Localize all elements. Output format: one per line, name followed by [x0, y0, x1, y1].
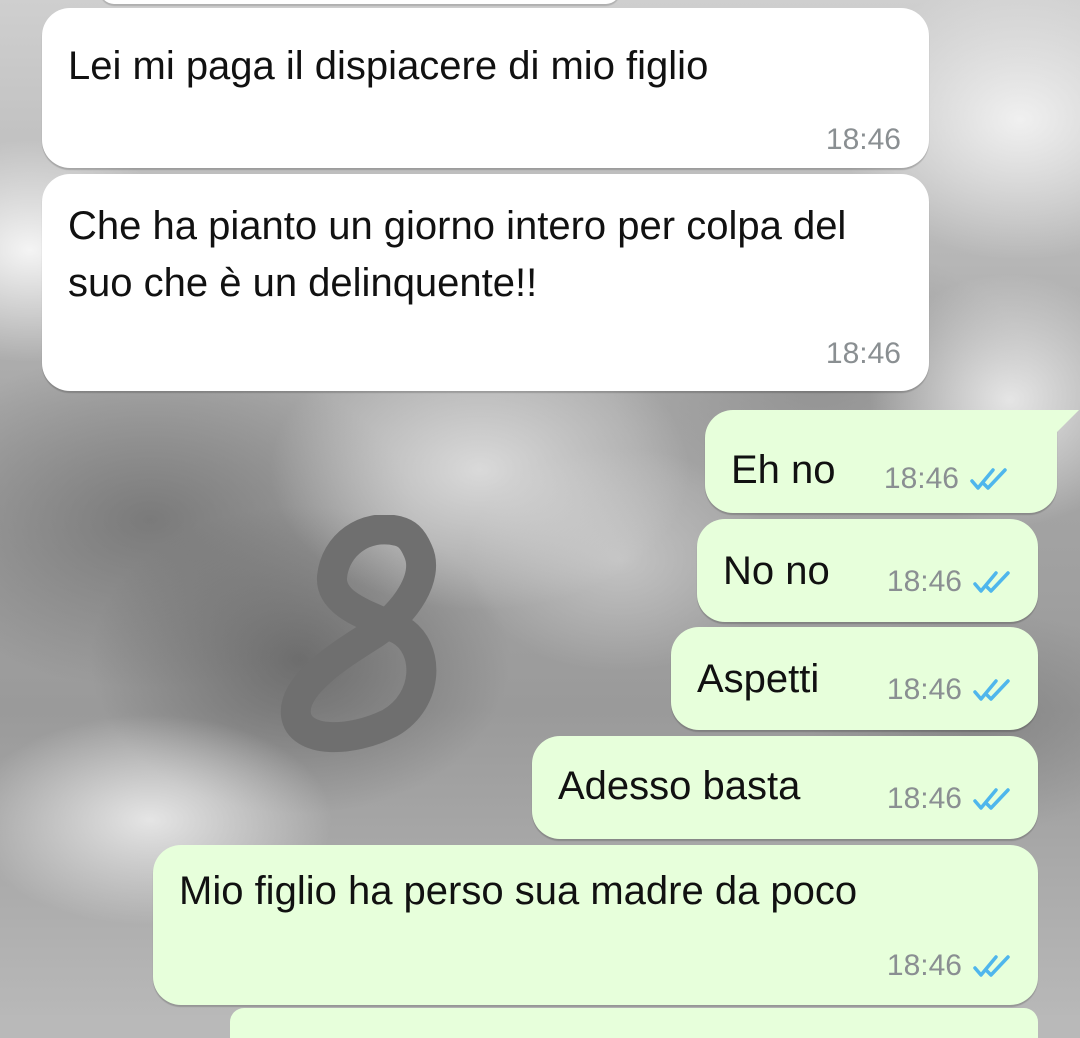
chat-message-list[interactable]: Lei mi paga il dispiacere di mio figlio … — [0, 0, 1080, 1038]
incoming-message-bubble[interactable]: Lei mi paga il dispiacere di mio figlio … — [42, 8, 929, 168]
outgoing-message-bubble[interactable]: Aspetti 18:46 — [671, 627, 1038, 730]
double-check-read-icon — [972, 677, 1012, 703]
previous-message-bubble-edge[interactable] — [100, 0, 620, 4]
message-meta: 18:46 — [887, 949, 1012, 983]
message-text: Lei mi paga il dispiacere di mio figlio — [68, 44, 709, 88]
outgoing-message-bubble[interactable]: No no 18:46 — [697, 519, 1038, 622]
message-text: Adesso basta — [558, 764, 801, 808]
message-text: Mio figlio ha perso sua madre da poco — [179, 869, 858, 913]
message-meta: 18:46 — [887, 673, 1012, 707]
double-check-read-icon — [972, 786, 1012, 812]
outgoing-message-bubble[interactable]: Adesso basta 18:46 — [532, 736, 1038, 839]
outgoing-message-bubble[interactable]: Mio figlio ha perso sua madre da poco 18… — [153, 845, 1038, 1005]
message-text: No no — [723, 549, 830, 593]
outgoing-message-bubble[interactable]: Eh no 18:46 — [705, 410, 1079, 513]
message-text: Che ha pianto un giorno intero per colpa… — [68, 204, 858, 305]
message-timestamp: 18:46 — [886, 565, 962, 598]
next-message-bubble-edge[interactable] — [230, 1008, 1038, 1038]
double-check-read-icon — [972, 953, 1012, 979]
message-text: Aspetti — [697, 657, 820, 701]
incoming-message-bubble[interactable]: Che ha pianto un giorno intero per colpa… — [42, 174, 929, 391]
double-check-read-icon — [972, 569, 1012, 595]
message-meta: 18:46 — [887, 782, 1012, 816]
message-meta: 18:46 — [887, 565, 1012, 599]
hand-drawn-8-scribble-icon — [280, 515, 437, 753]
message-timestamp: 18:46 — [825, 123, 901, 156]
message-meta: 18:46 — [884, 462, 1009, 496]
bubble-tail — [1055, 410, 1079, 434]
message-timestamp: 18:46 — [886, 673, 962, 706]
message-text: Eh no — [731, 448, 836, 492]
message-timestamp: 18:46 — [825, 337, 901, 370]
message-timestamp: 18:46 — [886, 782, 962, 815]
message-timestamp: 18:46 — [883, 462, 959, 495]
double-check-read-icon — [969, 466, 1009, 492]
message-timestamp: 18:46 — [886, 949, 962, 982]
